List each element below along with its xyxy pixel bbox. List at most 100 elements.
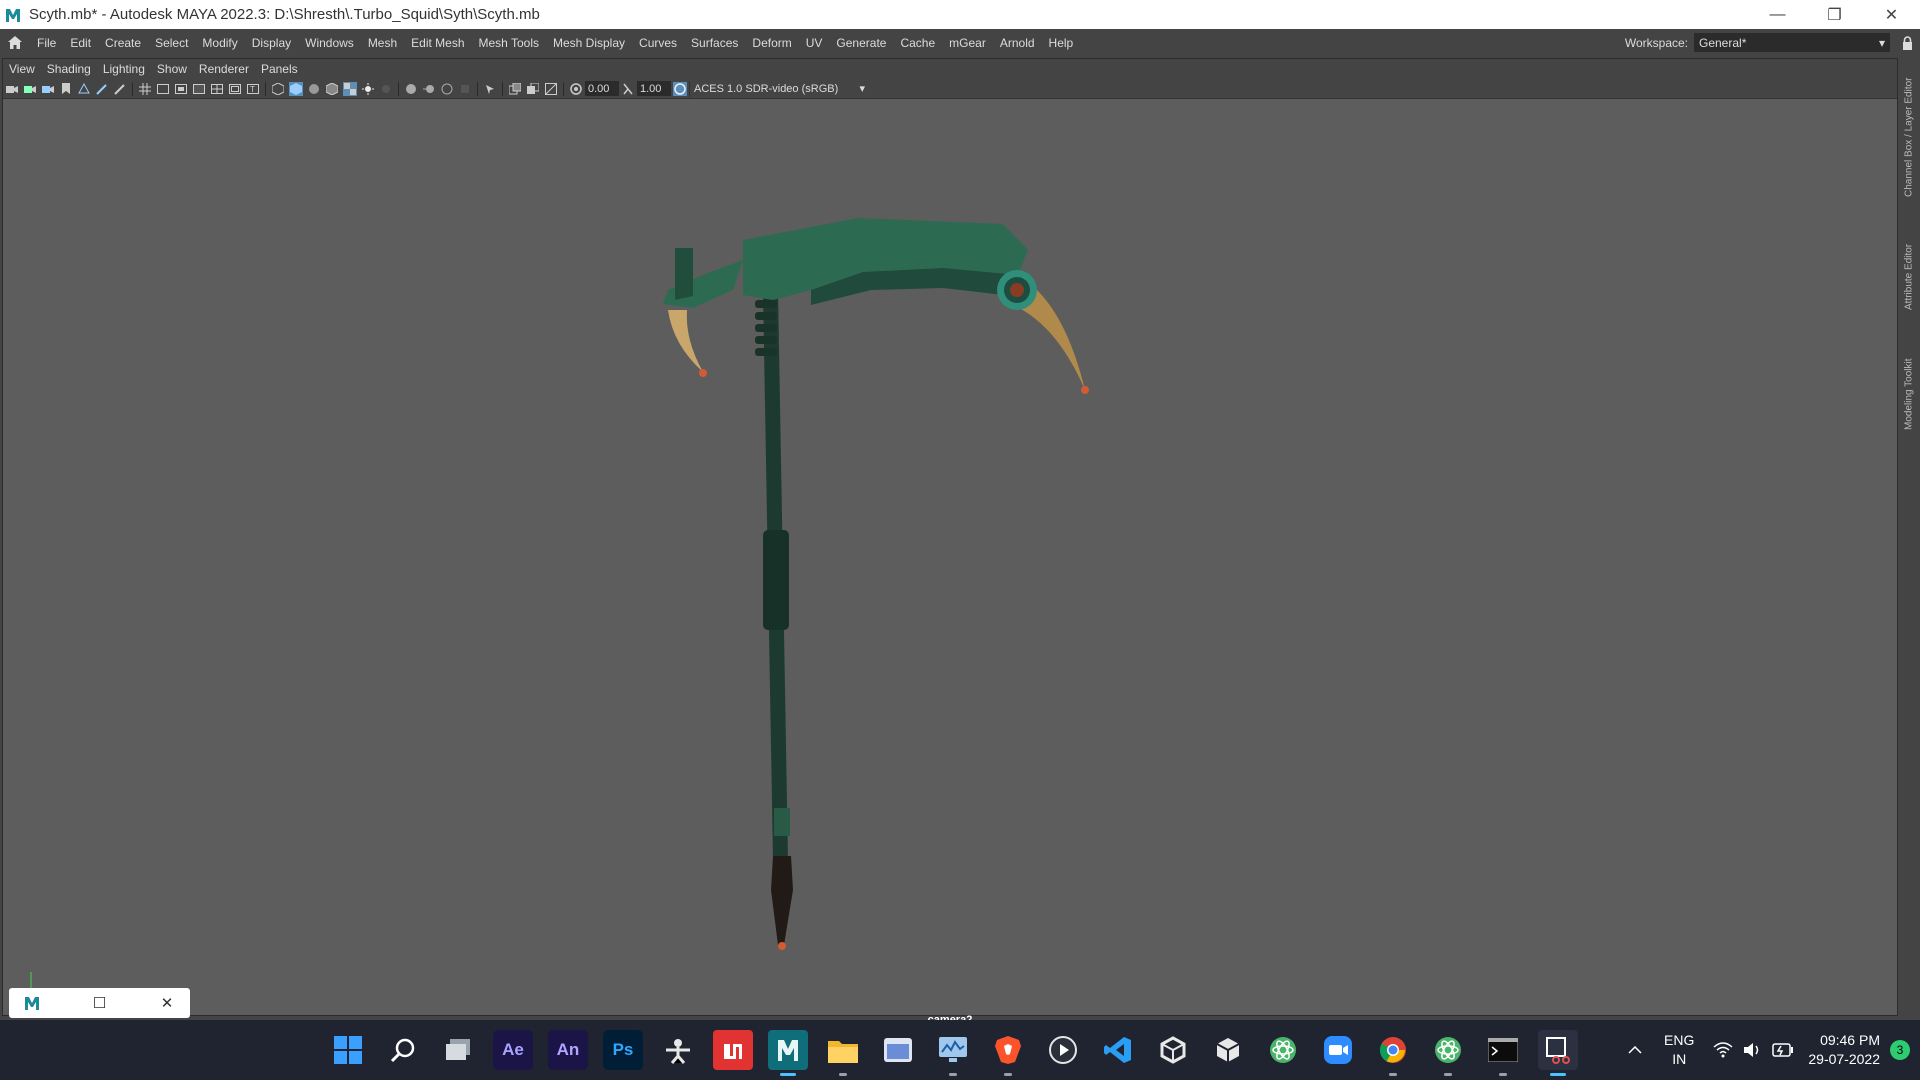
xray-icon[interactable] <box>508 82 522 96</box>
resolution-gate-icon[interactable] <box>174 82 188 96</box>
safe-title-icon[interactable]: T <box>246 82 260 96</box>
menu-uv[interactable]: UV <box>799 36 830 50</box>
screen-space-ao-icon[interactable] <box>404 82 418 96</box>
menu-edit[interactable]: Edit <box>63 36 98 50</box>
menu-windows[interactable]: Windows <box>298 36 361 50</box>
depth-of-field-icon[interactable] <box>458 82 472 96</box>
snipping-tool-icon[interactable] <box>1538 1030 1578 1076</box>
file-explorer-icon[interactable] <box>823 1030 863 1076</box>
camera-select-icon[interactable] <box>5 82 19 96</box>
menu-mesh-tools[interactable]: Mesh Tools <box>472 36 546 50</box>
xray-active-icon[interactable] <box>526 82 540 96</box>
search-icon[interactable] <box>383 1030 423 1070</box>
home-icon[interactable] <box>0 29 30 56</box>
camera-attributes-icon[interactable] <box>41 82 55 96</box>
wireframe-on-shaded-icon[interactable] <box>325 82 339 96</box>
menu-select[interactable]: Select <box>148 36 195 50</box>
task-view-icon[interactable] <box>438 1030 478 1070</box>
after-effects-icon[interactable]: Ae <box>493 1030 533 1070</box>
vscode-icon[interactable] <box>1098 1030 1138 1070</box>
terminal-icon[interactable] <box>1483 1030 1523 1076</box>
windows-start-icon[interactable] <box>328 1030 368 1070</box>
menu-generate[interactable]: Generate <box>829 36 893 50</box>
panel-menu-show[interactable]: Show <box>151 62 193 76</box>
media-player-icon[interactable] <box>1043 1030 1083 1070</box>
menu-cache[interactable]: Cache <box>893 36 942 50</box>
language-indicator[interactable]: ENG IN <box>1664 1031 1694 1069</box>
color-management-icon[interactable] <box>673 81 687 96</box>
floating-maya-window[interactable]: ☐ ✕ <box>9 988 190 1018</box>
menu-arnold[interactable]: Arnold <box>993 36 1042 50</box>
attribute-editor-tab[interactable]: Attribute Editor <box>1898 232 1920 322</box>
photoshop-icon[interactable]: Ps <box>603 1030 643 1070</box>
safe-action-icon[interactable] <box>228 82 242 96</box>
textured-icon[interactable] <box>343 81 357 96</box>
marmoset-icon[interactable] <box>713 1030 753 1070</box>
camera-lock-icon[interactable] <box>23 82 37 96</box>
menu-mesh[interactable]: Mesh <box>361 36 404 50</box>
grid-icon[interactable] <box>138 82 152 96</box>
menu-mesh-display[interactable]: Mesh Display <box>546 36 632 50</box>
exposure-icon[interactable] <box>569 82 583 96</box>
minimize-button[interactable]: — <box>1749 0 1806 29</box>
exposure-field[interactable]: 0.00 <box>585 81 619 96</box>
animate-icon[interactable]: An <box>548 1030 588 1070</box>
wifi-icon[interactable] <box>1710 1037 1736 1063</box>
scythe-model[interactable] <box>3 100 1897 1015</box>
xray-joints-icon[interactable] <box>544 82 558 96</box>
motion-blur-icon[interactable] <box>422 82 436 96</box>
restore-button[interactable]: ❐ <box>1806 0 1863 29</box>
battery-icon[interactable] <box>1770 1037 1796 1063</box>
gamma-icon[interactable] <box>621 82 635 96</box>
menu-mgear[interactable]: mGear <box>942 36 993 50</box>
atom-2-icon[interactable] <box>1428 1030 1468 1076</box>
wireframe-icon[interactable] <box>271 82 285 96</box>
panel-menu-panels[interactable]: Panels <box>255 62 304 76</box>
gate-mask-icon[interactable] <box>192 82 206 96</box>
workspace-dropdown[interactable]: General* ▾ <box>1694 33 1890 52</box>
film-gate-icon[interactable] <box>156 82 170 96</box>
grease-pencil-icon[interactable] <box>95 82 109 96</box>
channel-box-tab[interactable]: Channel Box / Layer Editor <box>1898 62 1920 212</box>
menu-curves[interactable]: Curves <box>632 36 684 50</box>
bookmark-icon[interactable] <box>59 82 73 96</box>
default-material-icon[interactable] <box>307 82 321 96</box>
menu-display[interactable]: Display <box>245 36 298 50</box>
gamma-field[interactable]: 1.00 <box>637 81 671 96</box>
maya-taskbar-icon[interactable] <box>768 1030 808 1076</box>
panel-menu-shading[interactable]: Shading <box>41 62 97 76</box>
menu-create[interactable]: Create <box>98 36 148 50</box>
lock-icon[interactable] <box>1898 34 1916 52</box>
isolate-select-icon[interactable] <box>483 82 497 96</box>
close-icon[interactable]: ✕ <box>152 991 182 1015</box>
shadows-icon[interactable] <box>379 82 393 96</box>
anti-aliasing-icon[interactable] <box>440 82 454 96</box>
atom-icon[interactable] <box>1263 1030 1303 1070</box>
maximize-button[interactable]: ☐ <box>85 991 115 1015</box>
menu-edit-mesh[interactable]: Edit Mesh <box>404 36 471 50</box>
3d-viewport[interactable] <box>3 100 1897 1015</box>
image-plane-icon[interactable] <box>77 82 91 96</box>
color-space-dropdown[interactable]: ACES 1.0 SDR-video (sRGB) ▾ <box>689 80 869 97</box>
close-button[interactable]: ✕ <box>1863 0 1920 29</box>
use-all-lights-icon[interactable] <box>361 82 375 96</box>
modeling-toolkit-tab[interactable]: Modeling Toolkit <box>1898 344 1920 444</box>
field-chart-icon[interactable] <box>210 82 224 96</box>
volume-icon[interactable] <box>1740 1037 1766 1063</box>
menu-surfaces[interactable]: Surfaces <box>684 36 745 50</box>
menu-help[interactable]: Help <box>1042 36 1081 50</box>
menu-modify[interactable]: Modify <box>195 36 244 50</box>
pencil-icon[interactable] <box>113 82 127 96</box>
chrome-icon[interactable] <box>1373 1030 1413 1076</box>
monitor-app-icon[interactable] <box>933 1030 973 1076</box>
unity-hub-icon[interactable] <box>1208 1030 1248 1070</box>
menu-file[interactable]: File <box>30 36 63 50</box>
smooth-shade-icon[interactable] <box>289 81 303 96</box>
zoom-icon[interactable] <box>1318 1030 1358 1070</box>
menu-deform[interactable]: Deform <box>745 36 798 50</box>
panel-menu-view[interactable]: View <box>3 62 41 76</box>
app-window-icon[interactable] <box>878 1030 918 1070</box>
zbrush-icon[interactable] <box>658 1030 698 1070</box>
unity-icon[interactable] <box>1153 1030 1193 1070</box>
notification-badge[interactable]: 3 <box>1890 1040 1910 1060</box>
